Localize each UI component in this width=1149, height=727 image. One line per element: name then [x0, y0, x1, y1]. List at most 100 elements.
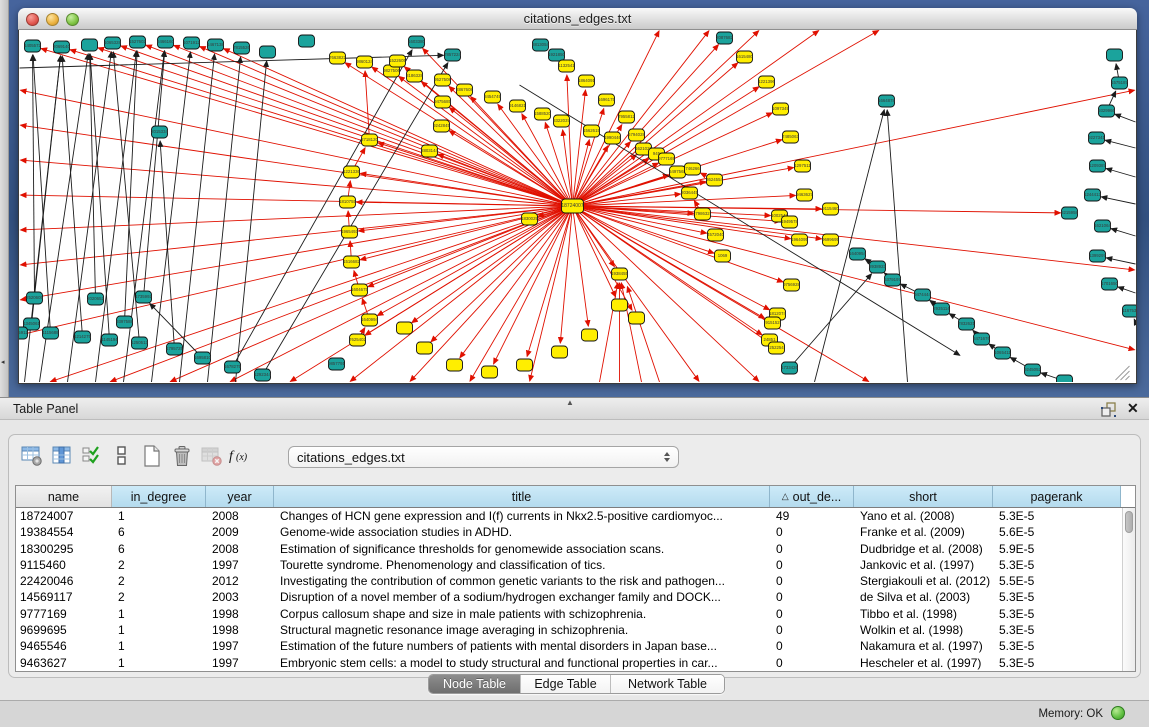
graph-node[interactable]: [397, 322, 413, 334]
graph-node[interactable]: 1209387: [1089, 160, 1106, 172]
graph-node[interactable]: 1097349: [772, 103, 789, 115]
graph-node[interactable]: 9463627: [796, 189, 813, 201]
function-builder-button[interactable]: f(x): [227, 445, 257, 471]
table-vertical-scrollbar[interactable]: [1122, 508, 1135, 671]
table-row[interactable]: 977716911998Corpus callosum shape and si…: [16, 606, 1122, 622]
graph-node[interactable]: 9227341: [1088, 132, 1105, 144]
graph-node[interactable]: 1250513: [131, 337, 148, 349]
scrollbar-thumb[interactable]: [1125, 511, 1133, 533]
graph-node[interactable]: 915152: [765, 317, 781, 329]
graph-node[interactable]: 1575187: [1111, 77, 1128, 89]
graph-node[interactable]: 2020652: [87, 293, 104, 305]
column-header-name[interactable]: name: [16, 486, 112, 507]
graph-node[interactable]: 9527508: [434, 74, 451, 86]
graph-node[interactable]: 6497568: [669, 166, 686, 178]
graph-node[interactable]: 1733426: [781, 362, 798, 374]
graph-node[interactable]: 7663822: [329, 52, 346, 64]
graph-node[interactable]: 7625402: [349, 334, 366, 346]
graph-node[interactable]: 9146821: [509, 100, 526, 112]
graph-node[interactable]: 2935114: [933, 303, 950, 315]
graph-node[interactable]: 1071912: [183, 37, 200, 49]
graph-node[interactable]: 798632: [695, 208, 711, 220]
tab-network-table[interactable]: Network Table: [611, 675, 724, 693]
graph-node[interactable]: 8215958: [1061, 207, 1078, 219]
graph-node[interactable]: 6379197: [884, 274, 901, 286]
graph-node[interactable]: 1664878: [878, 95, 895, 107]
tab-node-table[interactable]: Node Table: [429, 675, 521, 693]
column-header-title[interactable]: title: [274, 486, 770, 507]
select-all-button[interactable]: [77, 445, 107, 471]
table-row[interactable]: 946554611997Estimation of the future num…: [16, 638, 1122, 654]
graph-node[interactable]: 6794028: [628, 129, 645, 141]
graph-node[interactable]: 9475685: [434, 96, 451, 108]
panel-collapse-arrow-icon[interactable]: ◂: [1, 358, 5, 366]
graph-node[interactable]: 1588520: [534, 108, 551, 120]
graph-node[interactable]: 8938923: [869, 261, 886, 273]
graph-node[interactable]: 8322037: [553, 115, 570, 127]
float-panel-icon[interactable]: [1100, 401, 1117, 418]
graph-node[interactable]: 1810755: [339, 196, 356, 208]
table-settings-button[interactable]: [17, 445, 47, 471]
column-visibility-button[interactable]: [47, 445, 77, 471]
graph-node[interactable]: [517, 359, 533, 371]
graph-node[interactable]: 9857791: [328, 358, 345, 370]
graph-node[interactable]: [552, 346, 568, 358]
graph-node[interactable]: 8186328: [406, 70, 423, 82]
graph-node[interactable]: 746266: [685, 163, 701, 175]
graph-node[interactable]: 2069140: [53, 41, 70, 53]
graph-node[interactable]: 9860124: [356, 56, 373, 68]
graph-node[interactable]: 7485063: [782, 131, 799, 143]
graph-node[interactable]: 1562615: [583, 125, 600, 137]
graph-node[interactable]: 1640994: [361, 314, 378, 326]
graph-node[interactable]: 1640954: [849, 248, 866, 260]
graph-node[interactable]: 9245052: [1024, 364, 1041, 376]
graph-node[interactable]: 2718120: [361, 134, 378, 146]
table-row[interactable]: 911546021997Tourette syndrome. Phenomeno…: [16, 557, 1122, 573]
graph-node[interactable]: 1615480: [736, 51, 753, 63]
splitter-grip-icon[interactable]: ▲: [566, 398, 574, 407]
column-header-year[interactable]: year: [206, 486, 274, 507]
graph-node[interactable]: [629, 312, 645, 324]
graph-node[interactable]: [260, 46, 276, 58]
graph-node[interactable]: 9329966: [1098, 105, 1115, 117]
graph-node[interactable]: 1167531: [1122, 305, 1136, 317]
graph-node[interactable]: 9699695: [822, 234, 839, 246]
graph-node[interactable]: 1678275: [224, 361, 241, 373]
graph-node[interactable]: [299, 35, 315, 47]
graph-node[interactable]: 6466160: [157, 36, 174, 48]
graph-node[interactable]: [417, 342, 433, 354]
graph-node[interactable]: 1965493: [341, 226, 358, 238]
graph-node[interactable]: 2803144: [421, 145, 438, 157]
graph-node[interactable]: 9397588: [116, 316, 133, 328]
row-height-button[interactable]: [107, 445, 137, 471]
graph-node[interactable]: 2520605: [26, 292, 43, 304]
graph-node[interactable]: 1735992: [135, 291, 152, 303]
network-canvas[interactable]: 1405572206914010653281527602646616010719…: [18, 30, 1137, 384]
table-row[interactable]: 1938455462009Genome-wide association stu…: [16, 524, 1122, 540]
graph-node[interactable]: 1621064: [1094, 220, 1111, 232]
graph-node[interactable]: 1795725: [166, 343, 183, 355]
graph-node[interactable]: 1527602: [129, 36, 146, 48]
table-row[interactable]: 1872400712008Changes of HCN gene express…: [16, 508, 1122, 524]
column-header-pagerank[interactable]: pagerank: [993, 486, 1121, 507]
graph-node[interactable]: 2036445: [681, 187, 698, 199]
column-header-short[interactable]: short: [854, 486, 993, 507]
graph-node[interactable]: 1696175: [598, 94, 615, 106]
graph-node[interactable]: 1467138: [207, 39, 224, 51]
graph-node[interactable]: 1065411: [994, 347, 1011, 359]
graph-node[interactable]: 2867608: [456, 84, 473, 96]
graph-node[interactable]: 1938455: [611, 268, 628, 280]
table-row[interactable]: 1456911722003Disruption of a novel membe…: [16, 589, 1122, 605]
graph-node[interactable]: 1069: [715, 250, 731, 262]
graph-node[interactable]: 1949578: [781, 216, 798, 228]
table-row[interactable]: 946362711997Embryonic stem cells: a mode…: [16, 655, 1122, 671]
table-row[interactable]: 969969511998Structural magnetic resonanc…: [16, 622, 1122, 638]
graph-node[interactable]: 8454749: [484, 91, 501, 103]
graph-node[interactable]: 7815526: [233, 42, 250, 54]
graph-node[interactable]: 9756928: [783, 279, 800, 291]
window-titlebar[interactable]: citations_edges.txt: [18, 8, 1137, 30]
graph-node[interactable]: 3624554: [706, 174, 723, 186]
graph-node[interactable]: 1830029: [521, 213, 538, 225]
column-header-out_de[interactable]: △out_de...: [770, 486, 854, 507]
graph-node[interactable]: 1145194: [101, 334, 118, 346]
